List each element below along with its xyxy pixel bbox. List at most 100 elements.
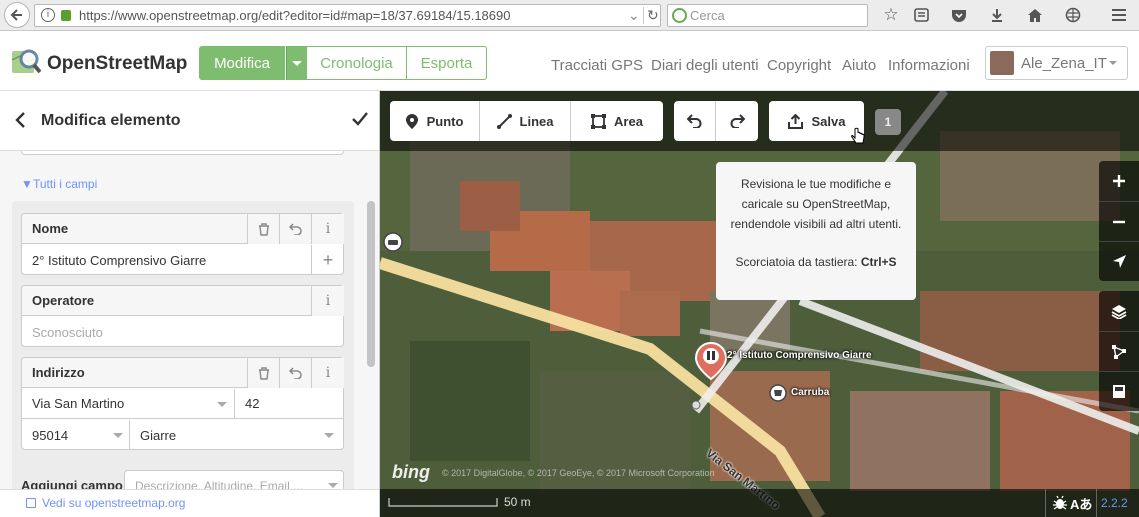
- background-layers-button[interactable]: [1099, 291, 1139, 331]
- nav-help[interactable]: Aiuto: [842, 57, 876, 74]
- satellite-imagery: [380, 91, 1139, 517]
- search-input[interactable]: Cerca: [667, 4, 868, 27]
- nav-user-diaries[interactable]: Diari degli utenti: [651, 57, 759, 74]
- poi-label-school[interactable]: 2° Istituto Comprensivo Giarre: [727, 350, 872, 361]
- geolocate-button[interactable]: [1099, 241, 1139, 281]
- download-icon[interactable]: [988, 6, 1006, 24]
- name-input[interactable]: 2° Istituto Comprensivo Giarre: [22, 245, 312, 275]
- avatar: [990, 51, 1014, 75]
- chevron-down-icon[interactable]: [217, 402, 227, 407]
- bug-icon[interactable]: [1052, 495, 1068, 511]
- help-button[interactable]: [1099, 371, 1139, 411]
- map-data-button[interactable]: [1099, 331, 1139, 371]
- area-icon: [591, 113, 607, 129]
- add-area-button[interactable]: Area: [571, 101, 663, 141]
- housenumber-input[interactable]: 42: [235, 389, 344, 419]
- name-field: Nome i 2° Istituto Comprensivo Giarre +: [21, 213, 344, 275]
- export-button[interactable]: Esporta: [406, 46, 487, 80]
- add-point-button[interactable]: Punto: [390, 101, 480, 141]
- sidebar-title: Modifica elemento: [41, 112, 181, 129]
- view-on-osm-link[interactable]: Vedi su openstreetmap.org: [42, 496, 185, 510]
- minus-icon: [1113, 220, 1125, 223]
- area-label: Area: [614, 113, 643, 129]
- info-icon[interactable]: i: [311, 214, 344, 244]
- lock-icon: [61, 10, 71, 21]
- bing-logo[interactable]: bing: [392, 462, 430, 483]
- trash-icon[interactable]: [247, 214, 279, 244]
- tooltip-text: Revisiona le tue modifiche e caricale su…: [730, 177, 902, 231]
- city-input[interactable]: Giarre: [130, 420, 344, 450]
- add-line-button[interactable]: Linea: [480, 101, 571, 141]
- search-placeholder: Cerca: [690, 8, 725, 23]
- divider: [643, 7, 644, 24]
- osm-logo-icon[interactable]: [11, 48, 42, 78]
- scale-bar[interactable]: [388, 496, 498, 508]
- bookmark-star-icon[interactable]: ☆: [882, 5, 900, 24]
- address-field: Indirizzo i Via San Martino 42 95014 Gia…: [21, 357, 344, 450]
- brand-name[interactable]: OpenStreetMap: [47, 53, 187, 75]
- shortcut-key: Ctrl+S: [860, 255, 897, 269]
- chevron-down-icon[interactable]: [324, 433, 334, 438]
- pocket-icon[interactable]: [950, 6, 968, 24]
- info-icon[interactable]: i: [311, 358, 344, 388]
- nav-copyright[interactable]: Copyright: [767, 57, 831, 74]
- undo-button[interactable]: [674, 101, 716, 141]
- operator-field: Operatore i Sconosciuto: [21, 285, 344, 347]
- street-input[interactable]: Via San Martino: [22, 389, 235, 419]
- back-button[interactable]: [4, 2, 30, 28]
- imagery-attribution: © 2017 DigitalGlobe, © 2017 GeoEye, © 20…: [442, 468, 715, 478]
- edit-button[interactable]: Modifica: [199, 46, 285, 80]
- map-footer: 50 m Aあ 2.2.2: [380, 489, 1139, 517]
- nav-about[interactable]: Informazioni: [888, 57, 970, 74]
- poi-label-shop[interactable]: Carruba: [791, 387, 829, 398]
- home-icon[interactable]: [1026, 6, 1044, 24]
- chevron-down-icon[interactable]: [113, 433, 123, 438]
- nav-gps-traces[interactable]: Tracciati GPS: [551, 57, 643, 74]
- address-label: Indirizzo: [22, 358, 247, 388]
- operator-label: Operatore: [22, 286, 311, 316]
- operator-input[interactable]: Sconosciuto: [22, 317, 342, 347]
- hand-cursor-icon: [851, 127, 865, 144]
- previous-field-edge: [21, 151, 344, 155]
- back-icon[interactable]: [14, 111, 26, 132]
- upload-icon: [787, 113, 803, 129]
- scale-label: 50 m: [504, 495, 531, 509]
- reading-list-icon[interactable]: [912, 6, 930, 24]
- done-check-icon[interactable]: [351, 111, 369, 130]
- zoom-out-button[interactable]: [1099, 201, 1139, 241]
- undo-icon[interactable]: [279, 358, 311, 388]
- map-view[interactable]: 2° Istituto Comprensivo Giarre Carruba V…: [380, 91, 1139, 517]
- trash-icon[interactable]: [247, 358, 279, 388]
- username: Ale_Zena_IT: [1021, 55, 1107, 72]
- line-icon: [496, 113, 512, 129]
- plus-icon: [1113, 175, 1125, 187]
- url-bar[interactable]: i https://www.openstreetmap.org/edit?edi…: [34, 4, 661, 27]
- zoom-in-button[interactable]: [1099, 161, 1139, 201]
- caret-down-icon[interactable]: ▼: [21, 177, 33, 191]
- site-header: OpenStreetMap Modifica Cronologia Esport…: [0, 31, 1139, 91]
- undo-icon[interactable]: [279, 214, 311, 244]
- history-button[interactable]: Cronologia: [307, 46, 407, 80]
- add-localized-icon[interactable]: +: [311, 245, 344, 275]
- point-icon: [405, 113, 418, 129]
- save-tooltip: Revisiona le tue modifiche e caricale su…: [716, 162, 916, 300]
- reload-icon[interactable]: ↻: [647, 7, 659, 24]
- user-menu[interactable]: Ale_Zena_IT: [985, 46, 1128, 80]
- translate-icon[interactable]: Aあ: [1070, 494, 1092, 513]
- save-label: Salva: [811, 113, 846, 129]
- divider: [1045, 489, 1046, 517]
- info-icon[interactable]: i: [311, 286, 344, 316]
- line-label: Linea: [519, 113, 554, 129]
- all-fields-toggle[interactable]: Tutti i campi: [33, 177, 97, 191]
- search-engine-icon[interactable]: [672, 8, 687, 23]
- dropdown-icon[interactable]: ⌄: [628, 7, 640, 24]
- menu-icon[interactable]: [1110, 6, 1128, 24]
- sidebar-scrollbar[interactable]: [367, 201, 375, 367]
- version-link[interactable]: 2.2.2: [1101, 496, 1128, 510]
- redo-button[interactable]: [716, 101, 758, 141]
- edit-dropdown-button[interactable]: [286, 46, 307, 80]
- divider: [1096, 489, 1097, 517]
- shortcut-label: Scorciatoia da tastiera:: [735, 255, 858, 269]
- extension-icon[interactable]: [1064, 6, 1082, 24]
- info-icon[interactable]: i: [41, 8, 55, 22]
